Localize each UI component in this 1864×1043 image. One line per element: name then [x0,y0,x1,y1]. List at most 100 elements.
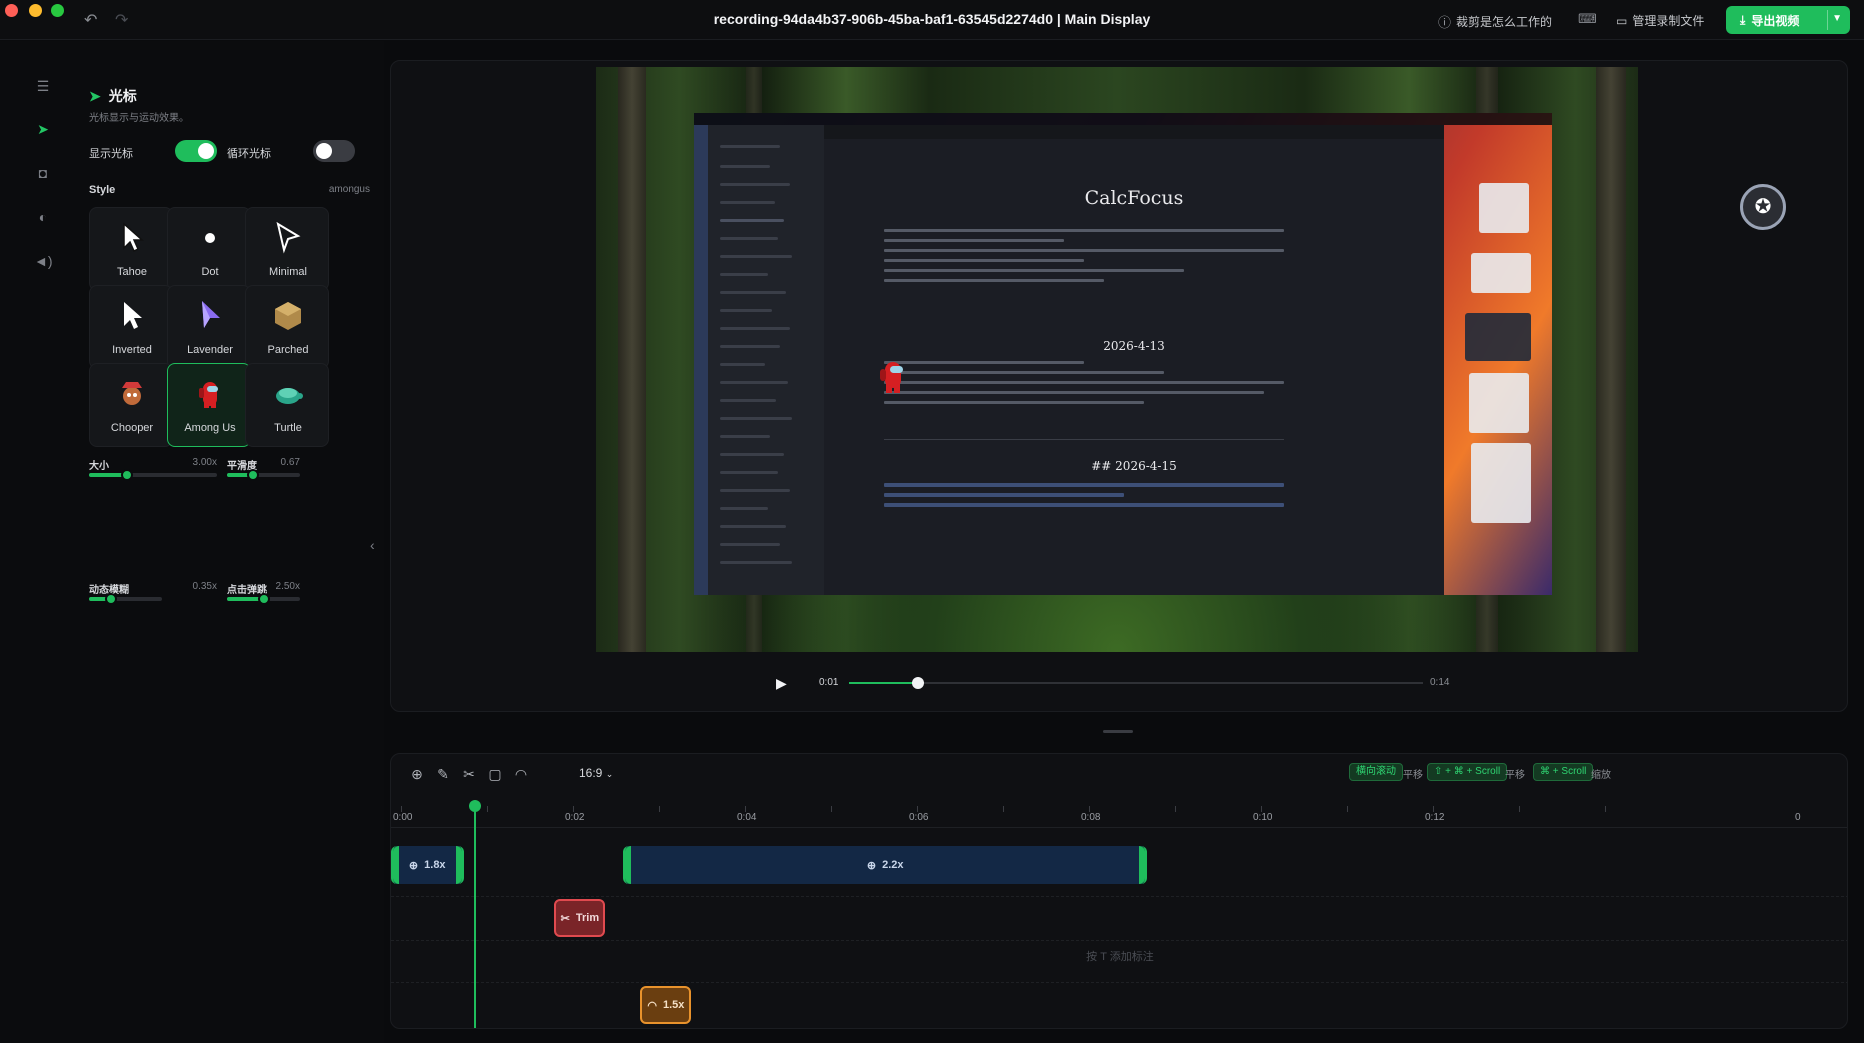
resize-handle[interactable] [1103,730,1133,733]
speed-clip-label: 1.5x [662,999,685,1011]
scissors-icon: ✂ [560,912,570,925]
folder-icon: ▭ [1616,13,1628,28]
tick-mark [487,806,488,812]
zoom-tool-icon[interactable]: ⊕ [407,766,427,783]
panel-title: ➤ 光标 [89,86,137,106]
undo-icon[interactable]: ↶ [84,10,97,30]
tick-label: 0:04 [737,812,757,823]
cursor-settings-panel: ➤ 光标 光标显示与运动效果。 显示光标 循环光标 Style amongus … [72,41,384,1043]
style-card-label: Turtle [274,422,302,434]
size-slider[interactable] [89,469,217,481]
tick-label: 0:02 [565,812,585,823]
play-button[interactable]: ▶ [776,671,800,695]
minimal-cursor-icon [246,218,330,258]
tick-mark [1175,806,1176,812]
style-card-parched[interactable]: Parched [245,285,329,369]
playhead[interactable] [474,806,477,1028]
tree-trunk [1596,67,1626,652]
cursor-icon: ➤ [89,87,101,104]
slider-thumb[interactable] [257,593,270,605]
download-icon: ⤓ [1740,12,1746,27]
aspect-ratio-select[interactable]: 16:9 ⌄ [579,766,613,780]
tick-mark [1519,806,1520,812]
style-card-chooper[interactable]: Chooper [89,363,173,447]
style-card-turtle[interactable]: Turtle [245,363,329,447]
keyboard-icon[interactable]: ⌨ [1578,11,1597,27]
style-card-dot[interactable]: Dot [167,207,251,291]
shortcut-desc: 平移 [1505,770,1525,781]
doc-heading-2: ## 2026-4-15 [1091,459,1177,473]
loop-cursor-toggle[interactable] [313,140,355,162]
recorded-window-thumbnails [1449,143,1539,583]
playback-scrubber[interactable] [849,677,1423,689]
camera-icon[interactable]: ◘ [34,165,52,183]
slider-thumb[interactable] [246,469,259,481]
lane-divider [391,940,1847,941]
doc-heading-1: 2026-4-13 [1103,339,1165,353]
click-bounce-value: 2.50x [275,581,300,592]
speaker-icon[interactable]: ◄) [34,253,53,271]
camera-avatar-icon[interactable]: ✪ [1740,184,1786,230]
zoom-clip-label: 2.2x [882,859,904,871]
chooper-cursor-icon [90,374,174,414]
tick-mark [401,806,402,812]
zoom-window-button[interactable] [51,4,64,17]
close-window-button[interactable] [5,4,18,17]
player-controls: ▶ 0:01 0:14 [776,671,1449,695]
export-video-button[interactable]: ⤓ 导出视频 ▼ [1726,6,1850,34]
annotation-icon[interactable]: ▢ [485,766,505,783]
cursor-icon[interactable]: ➤ [34,121,52,139]
recorded-menubar [694,113,1552,125]
tick-label: 0:12 [1425,812,1445,823]
export-label: 导出视频 [1751,13,1800,28]
style-card-inverted[interactable]: Inverted [89,285,173,369]
magic-wand-icon[interactable]: ✎ [433,766,453,783]
toggle-knob [198,143,214,159]
style-card-tahoe[interactable]: Tahoe [89,207,173,291]
recorded-tabs [824,125,1444,139]
zoom-clip[interactable]: ⊕ 2.2x [623,846,1148,884]
trim-clip[interactable]: ✂ Trim [554,899,606,937]
click-bounce-slider[interactable] [227,593,300,605]
speed-clip[interactable]: ◠ 1.5x [640,986,692,1024]
minimize-window-button[interactable] [29,4,42,17]
tick-mark [1003,806,1004,812]
time-ruler[interactable]: 0:00 0:02 0:04 0:06 0:08 0:10 0:12 0 [391,806,1847,828]
style-card-minimal[interactable]: Minimal [245,207,329,291]
style-card-lavender[interactable]: Lavender [167,285,251,369]
among-us-cursor [880,360,906,394]
tick-label: 0 [1795,812,1801,823]
scissors-icon[interactable]: ✂ [459,766,479,783]
slider-thumb[interactable] [121,469,134,481]
size-label: 大小 [89,461,109,472]
palette-icon[interactable]: ◐ [34,209,52,227]
sliders-icon[interactable]: ☰ [34,78,52,96]
help-link[interactable]: ⓘ 裁剪是怎么工作的 [1438,12,1552,31]
zoom-clip[interactable]: ⊕ 1.8x [391,846,464,884]
speed-icon[interactable]: ◠ [511,766,531,783]
turtle-cursor-icon [246,374,330,414]
scrubber-thumb[interactable] [911,677,924,689]
chevron-down-icon: ⌄ [605,769,614,779]
style-card-among-us[interactable]: Among Us [167,363,251,447]
tick-label: 0:08 [1081,812,1101,823]
redo-icon[interactable]: ↷ [115,10,128,30]
current-time: 0:01 [819,677,839,688]
show-cursor-label: 显示光标 [89,148,133,160]
aspect-ratio-value: 16:9 [579,766,603,780]
recorded-editor-window: CalcFocus 2026-4-13 ## 2026-4-15 [694,125,1444,595]
style-card-label: Tahoe [117,266,147,278]
show-cursor-toggle[interactable] [175,140,217,162]
tick-mark [745,806,746,812]
recorded-sidebar [708,125,824,595]
style-card-label: Dot [201,266,219,278]
slider-thumb[interactable] [104,593,117,605]
collapse-panel-icon[interactable]: ‹ [370,537,375,553]
motion-blur-value: 0.35x [192,581,217,592]
manage-recordings-button[interactable]: ▭ 管理录制文件 [1616,12,1704,29]
style-card-label: Chooper [110,422,154,434]
motion-blur-slider[interactable] [89,593,162,605]
smoothness-slider[interactable] [227,469,300,481]
tick-mark [917,806,918,812]
chevron-down-icon[interactable]: ▼ [1832,13,1842,24]
